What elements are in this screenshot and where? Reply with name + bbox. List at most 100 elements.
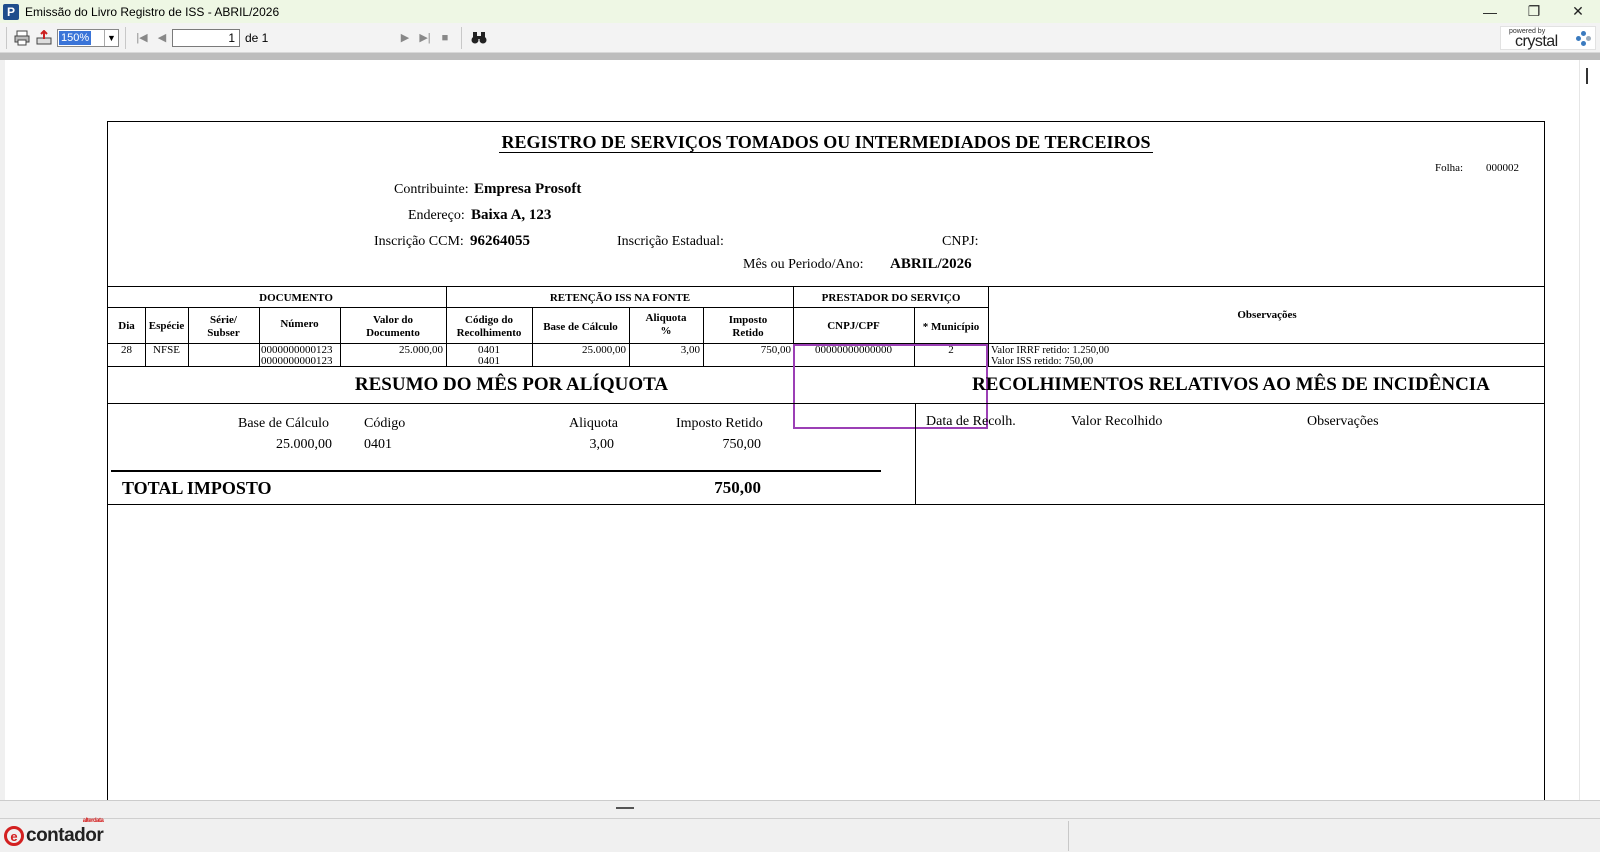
col-especie: Espécie: [148, 320, 185, 332]
toolbar-divider: [0, 53, 1600, 60]
splitter-bar[interactable]: [0, 800, 1600, 818]
recolh-data-label: Data de Recolh.: [926, 414, 1016, 429]
total-label: TOTAL IMPOSTO: [122, 478, 272, 498]
resumo-title: RESUMO DO MÊS POR ALÍQUOTA: [354, 374, 669, 395]
brand-e-icon: e: [4, 826, 24, 846]
resumo-base-label: Base de Cálculo: [238, 416, 329, 431]
chevron-down-icon[interactable]: ▼: [104, 29, 118, 46]
col-municipio: * Município: [922, 321, 980, 333]
recolh-valor-label: Valor Recolhido: [1071, 414, 1163, 429]
search-binoculars-icon[interactable]: [468, 27, 490, 49]
brand-sup: alterdata: [82, 818, 104, 824]
col-dia: Dia: [118, 320, 135, 332]
cell-observacoes: Valor IRRF retido: 1.250,00 Valor ISS ret…: [991, 345, 1110, 367]
col-valor: Valor do Documento: [366, 314, 420, 339]
toolbar-separator: [461, 26, 462, 49]
resumo-codigo-label: Código: [364, 416, 406, 431]
cell-dia: 28: [121, 344, 132, 356]
alterdata-contador-logo: e contador alterdata: [4, 818, 104, 849]
report-viewer[interactable]: REGISTRO DE SERVIÇOS TOMADOS OU INTERMED…: [5, 60, 1579, 800]
resumo-base-value: 25.000,00: [276, 437, 332, 452]
report-title: REGISTRO DE SERVIÇOS TOMADOS OU INTERMED…: [499, 132, 1153, 153]
folha-value: 000002: [1486, 162, 1519, 174]
cell-codigo: 0401 0401: [478, 344, 500, 367]
status-bar: e contador alterdata: [0, 818, 1600, 852]
col-base: Base de Cálculo: [543, 321, 618, 333]
toolbar-grip: [6, 26, 7, 49]
table-top-rule: [108, 286, 1544, 287]
status-divider: [1068, 821, 1069, 851]
recolh-obs-label: Observações: [1307, 414, 1379, 429]
contribuinte-value: Empresa Prosoft: [474, 181, 582, 197]
last-page-icon[interactable]: ▶|: [415, 27, 435, 49]
toolbar-separator: [125, 26, 126, 49]
vertical-scrollbar[interactable]: [1579, 60, 1600, 800]
recolhimentos-title: RECOLHIMENTOS RELATIVOS AO MÊS DE INCIDÊ…: [972, 374, 1490, 395]
zoom-value: 150%: [59, 30, 92, 45]
resumo-codigo-value: 0401: [364, 437, 392, 452]
resumo-imposto-label: Imposto Retido: [676, 416, 763, 431]
prev-page-icon[interactable]: ◀: [152, 27, 172, 49]
table-vline: [532, 307, 533, 366]
group-documento: DOCUMENTO: [259, 292, 333, 304]
endereco-label: Endereço:: [408, 208, 465, 223]
resumo-aliquota-label: Aliquota: [569, 416, 618, 431]
report-page: REGISTRO DE SERVIÇOS TOMADOS OU INTERMED…: [107, 121, 1545, 800]
page-number-input[interactable]: 1: [172, 28, 240, 47]
cell-imposto: 750,00: [760, 344, 791, 356]
minimize-button[interactable]: —: [1468, 0, 1512, 23]
splitter-handle[interactable]: [616, 807, 634, 809]
export-icon[interactable]: [33, 27, 55, 49]
cell-valor: 25.000,00: [399, 344, 443, 356]
total-rule: [111, 470, 881, 472]
cell-base: 25.000,00: [582, 344, 626, 356]
print-icon[interactable]: [11, 27, 33, 49]
resumo-aliquota-value: 3,00: [589, 437, 615, 452]
endereco-value: Baixa A, 123: [471, 207, 552, 223]
folha-label: Folha:: [1435, 162, 1464, 174]
crystal-dots-icon: [1576, 31, 1592, 47]
report-toolbar: 150% ▼ |◀ ◀ 1 de 1 ▶ ▶| ■ powered by cry…: [0, 23, 1600, 53]
group-prestador: PRESTADOR DO SERVIÇO: [821, 292, 961, 304]
total-value: 750,00: [714, 478, 761, 497]
window-controls: — ❐ ✕: [1468, 0, 1600, 23]
periodo-label: Mês ou Periodo/Ano:: [743, 257, 864, 272]
ccm-label: Inscrição CCM:: [374, 234, 464, 249]
crystal-logo: powered by crystal: [1500, 26, 1596, 50]
restore-button[interactable]: ❐: [1512, 0, 1556, 23]
summary-vline: [915, 403, 916, 504]
col-imposto: Imposto Retido: [728, 314, 768, 339]
col-serie: Série/Subser: [207, 314, 240, 339]
summary-header-rule: [108, 403, 1544, 404]
zoom-select[interactable]: 150% ▼: [57, 28, 119, 47]
next-page-icon[interactable]: ▶: [395, 27, 415, 49]
resumo-imposto-value: 750,00: [722, 437, 762, 452]
cnpj-label: CNPJ:: [942, 234, 979, 249]
col-aliquota: Aliquota%: [645, 312, 687, 337]
title-bar: P Emissão do Livro Registro de ISS - ABR…: [0, 0, 1600, 23]
ccm-value: 96264055: [470, 233, 530, 249]
table-vline: [988, 286, 989, 366]
group-retencao: RETENÇÃO ISS NA FONTE: [549, 292, 691, 304]
cell-aliquota: 3,00: [680, 344, 700, 356]
close-button[interactable]: ✕: [1556, 0, 1600, 23]
brand-text: contador alterdata: [26, 818, 104, 846]
group-observacoes: Observações: [1237, 309, 1297, 321]
logo-name: crystal: [1515, 33, 1558, 50]
contribuinte-label: Contribuinte:: [394, 182, 469, 197]
col-codigo: Código do Recolhimento: [456, 314, 522, 339]
table-vline: [259, 307, 260, 366]
stop-icon[interactable]: ■: [435, 27, 455, 49]
window-title: Emissão do Livro Registro de ISS - ABRIL…: [25, 4, 280, 19]
summary-bottom-rule: [108, 504, 1544, 505]
table-vline: [145, 307, 146, 366]
table-subheader-rule: [108, 307, 988, 308]
col-numero: Número: [280, 318, 319, 330]
app-icon: P: [3, 3, 19, 20]
scroll-thumb[interactable]: [1586, 68, 1588, 84]
page-total: de 1: [245, 30, 269, 45]
cell-numero: 0000000000123 0000000000123: [261, 344, 333, 367]
cell-especie: NFSE: [153, 344, 180, 356]
first-page-icon[interactable]: |◀: [132, 27, 152, 49]
ie-label: Inscrição Estadual:: [617, 234, 724, 249]
